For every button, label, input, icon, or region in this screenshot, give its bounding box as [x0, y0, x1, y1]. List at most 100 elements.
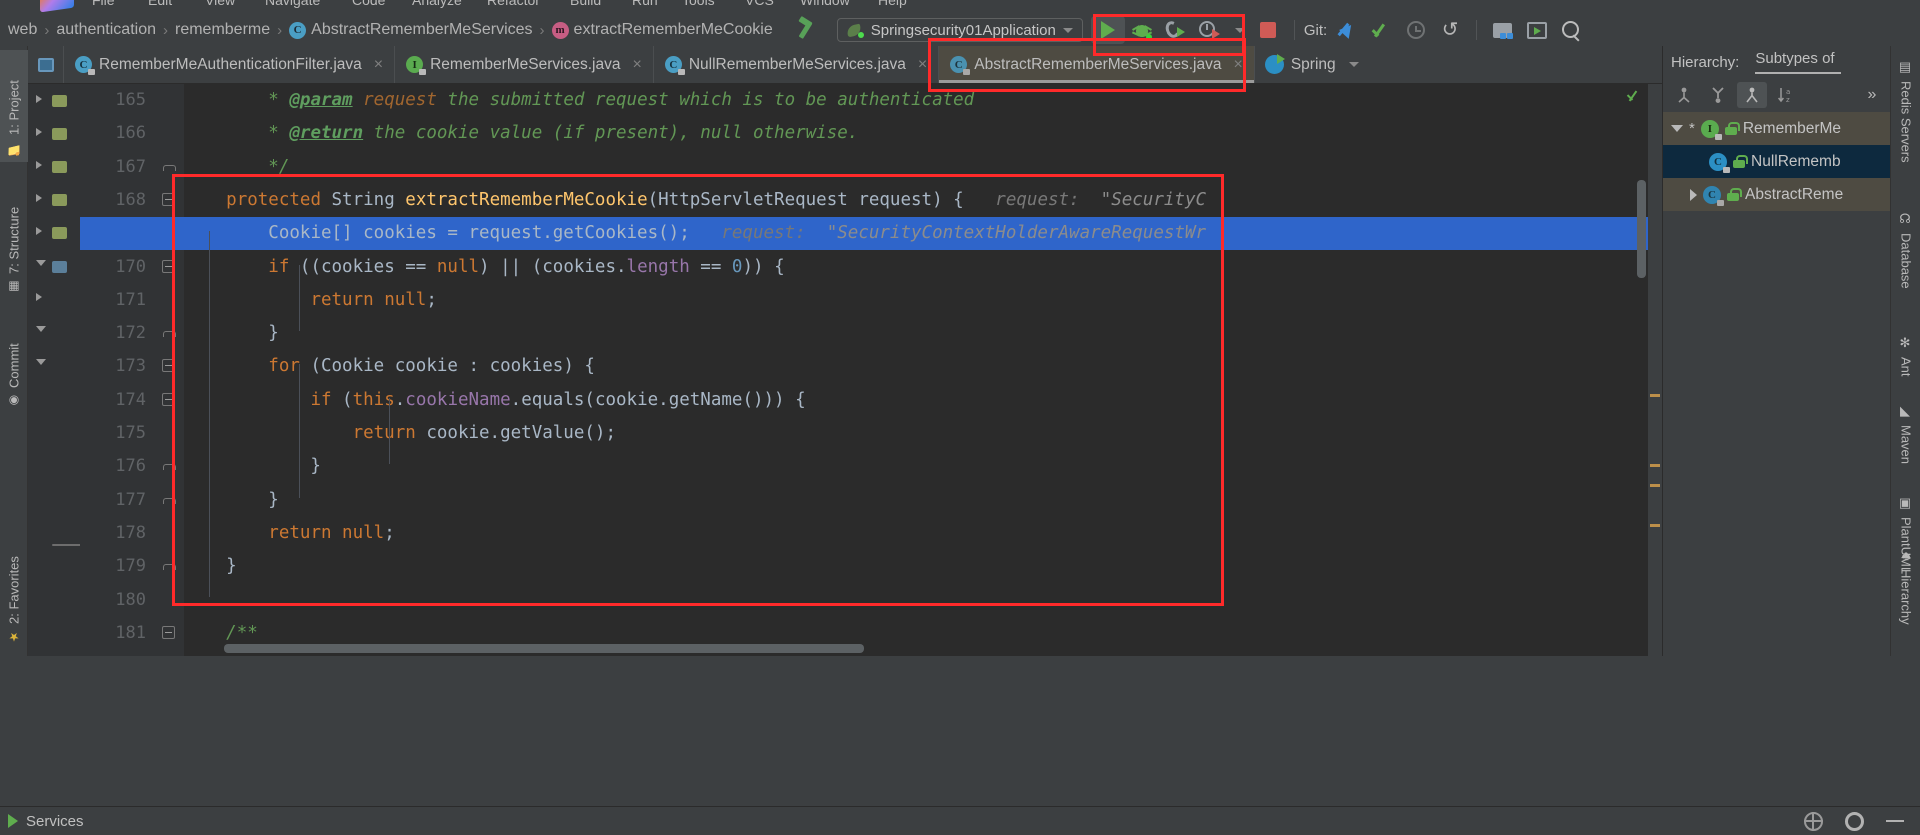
- sidebar-item-ant[interactable]: ✻ Ant: [1891, 330, 1920, 390]
- sidebar-item-redis-servers[interactable]: ▤ Redis Servers: [1891, 54, 1920, 194]
- menu-item-vcs[interactable]: VCS: [745, 0, 774, 8]
- menu-item-code[interactable]: Code: [352, 0, 385, 8]
- horizontal-scrollbar-thumb[interactable]: [224, 644, 864, 653]
- close-icon[interactable]: ×: [918, 56, 927, 74]
- project-structure-button[interactable]: [1486, 16, 1520, 44]
- code-line[interactable]: return cookie.getValue();: [184, 417, 616, 450]
- select-run-window-button[interactable]: [1520, 16, 1554, 44]
- fold-end-bracket-icon[interactable]: [163, 327, 176, 338]
- editor-fold-column[interactable]: [156, 84, 184, 656]
- menu-item-view[interactable]: View: [205, 0, 235, 8]
- code-line[interactable]: * @return the cookie value (if present),…: [184, 117, 858, 150]
- git-rollback-button[interactable]: ↺: [1433, 16, 1467, 44]
- expand-arrow-icon[interactable]: [36, 128, 42, 136]
- breadcrumb-item-method[interactable]: m extractRememberMeCookie: [550, 21, 775, 39]
- hierarchy-row-nullremembermeservices[interactable]: C NullRememb: [1663, 145, 1890, 178]
- hierarchy-row-abstractremembermeservices[interactable]: C AbstractReme: [1663, 178, 1890, 211]
- tab-remembermeservices[interactable]: I RememberMeServices.java ×: [395, 46, 654, 83]
- profile-button[interactable]: [1193, 16, 1227, 44]
- menu-item-build[interactable]: Build: [570, 0, 601, 8]
- expand-arrow-icon[interactable]: [1690, 188, 1697, 201]
- code-line[interactable]: }: [184, 484, 279, 517]
- code-line[interactable]: for (Cookie cookie : cookies) {: [184, 350, 595, 383]
- sidebar-item-maven[interactable]: ◣ Maven: [1891, 398, 1920, 482]
- tab-nullremembermeservices[interactable]: C NullRememberMeServices.java ×: [654, 46, 940, 83]
- subtypes-hierarchy-icon[interactable]: [1703, 82, 1733, 108]
- inspection-ok-icon[interactable]: [1628, 88, 1644, 102]
- git-history-button[interactable]: [1399, 16, 1433, 44]
- code-line[interactable]: * @param request the submitted request w…: [184, 84, 974, 117]
- sidebar-item-hierarchy[interactable]: ♣ Hierarchy: [1891, 542, 1920, 652]
- code-line[interactable]: }: [184, 317, 279, 350]
- tab-remembermeauthenticationfilter[interactable]: C RememberMeAuthenticationFilter.java ×: [64, 46, 396, 83]
- chevron-down-icon[interactable]: [1062, 27, 1073, 33]
- profile-dropdown[interactable]: [1227, 16, 1245, 44]
- menu-item-refactor[interactable]: Refactor: [487, 0, 540, 8]
- breadcrumb-item-authentication[interactable]: authentication: [54, 21, 158, 39]
- menu-item-window[interactable]: Window: [800, 0, 850, 8]
- stop-button[interactable]: [1251, 16, 1285, 44]
- build-project-icon[interactable]: [797, 18, 823, 42]
- sort-alphabetically-icon[interactable]: az: [1771, 82, 1801, 108]
- code-line[interactable]: }: [184, 450, 321, 483]
- run-with-coverage-button[interactable]: [1159, 16, 1193, 44]
- fold-end-bracket-icon[interactable]: [163, 494, 176, 504]
- vertical-scrollbar-thumb[interactable]: [1637, 180, 1646, 278]
- class-hierarchy-icon[interactable]: [1737, 82, 1767, 108]
- expand-arrow-icon[interactable]: [36, 161, 42, 169]
- close-icon[interactable]: ×: [1233, 56, 1242, 74]
- warning-marker[interactable]: [1650, 484, 1660, 487]
- tab-spring[interactable]: Spring: [1255, 46, 1369, 83]
- code-line[interactable]: if ((cookies == null) || (cookies.length…: [184, 251, 784, 284]
- code-line[interactable]: return null;: [184, 284, 436, 317]
- search-everywhere-button[interactable]: [1554, 16, 1588, 44]
- breadcrumb-item-web[interactable]: web: [6, 21, 39, 39]
- ide-language-icon[interactable]: [1804, 811, 1823, 831]
- gear-icon[interactable]: [1845, 811, 1864, 831]
- run-configuration-selector[interactable]: Springsecurity01Application: [836, 18, 1083, 42]
- menu-item-navigate[interactable]: Navigate: [265, 0, 320, 8]
- menu-item-analyze[interactable]: Analyze: [412, 0, 462, 8]
- sidebar-item-database[interactable]: ☊ Database: [1891, 206, 1920, 318]
- pin-tab-button[interactable]: [28, 46, 64, 83]
- fold-collapse-icon[interactable]: [162, 392, 177, 408]
- debug-button[interactable]: [1125, 16, 1159, 44]
- fold-collapse-icon[interactable]: [162, 259, 177, 275]
- close-icon[interactable]: ×: [374, 56, 383, 74]
- sidebar-item-structure[interactable]: ▦ 7: Structure: [0, 172, 28, 300]
- collapse-arrow-icon[interactable]: [1671, 125, 1683, 132]
- sidebar-item-project[interactable]: 📁 1: Project: [0, 50, 28, 162]
- collapse-arrow-icon[interactable]: [36, 359, 46, 365]
- tab-abstractremembermeservices[interactable]: C AbstractRememberMeServices.java ×: [939, 46, 1255, 83]
- expand-arrow-icon[interactable]: [36, 293, 42, 301]
- collapse-arrow-icon[interactable]: [36, 326, 46, 332]
- breadcrumb-item-rememberme[interactable]: rememberme: [173, 21, 272, 39]
- code-editor[interactable]: 1651661671681691701711721731741751761771…: [28, 84, 1662, 656]
- sidebar-item-commit[interactable]: ◉ Commit: [0, 310, 28, 414]
- fold-collapse-icon[interactable]: [162, 192, 177, 208]
- warning-marker[interactable]: [1650, 394, 1660, 397]
- menu-item-run[interactable]: Run: [632, 0, 658, 8]
- code-line[interactable]: if (this.cookieName.equals(cookie.getNam…: [184, 384, 805, 417]
- git-update-button[interactable]: [1331, 16, 1365, 44]
- fold-end-bracket-icon[interactable]: [163, 560, 176, 571]
- warning-marker[interactable]: [1650, 524, 1660, 527]
- fold-end-bracket-icon[interactable]: [163, 460, 176, 471]
- menu-item-file[interactable]: File: [92, 0, 115, 8]
- hide-icon[interactable]: [1886, 820, 1904, 822]
- editor-code-area[interactable]: * @param request the submitted request w…: [184, 84, 1662, 656]
- git-commit-button[interactable]: [1365, 16, 1399, 44]
- menu-item-edit[interactable]: Edit: [148, 0, 172, 8]
- code-line[interactable]: protected String extractRememberMeCookie…: [184, 184, 1206, 217]
- fold-collapse-icon[interactable]: [162, 359, 177, 374]
- horizontal-scrollbar[interactable]: [184, 644, 1644, 654]
- menu-item-help[interactable]: Help: [878, 0, 907, 8]
- run-button[interactable]: [1090, 16, 1125, 44]
- expand-arrow-icon[interactable]: [36, 95, 42, 103]
- sidebar-item-favorites[interactable]: ★ 2: Favorites: [0, 528, 28, 650]
- code-line[interactable]: */: [184, 151, 289, 184]
- close-icon[interactable]: ×: [632, 56, 641, 74]
- breadcrumb-item-class[interactable]: C AbstractRememberMeServices: [287, 21, 534, 39]
- code-line[interactable]: }: [184, 550, 237, 583]
- services-button[interactable]: Services: [0, 813, 84, 830]
